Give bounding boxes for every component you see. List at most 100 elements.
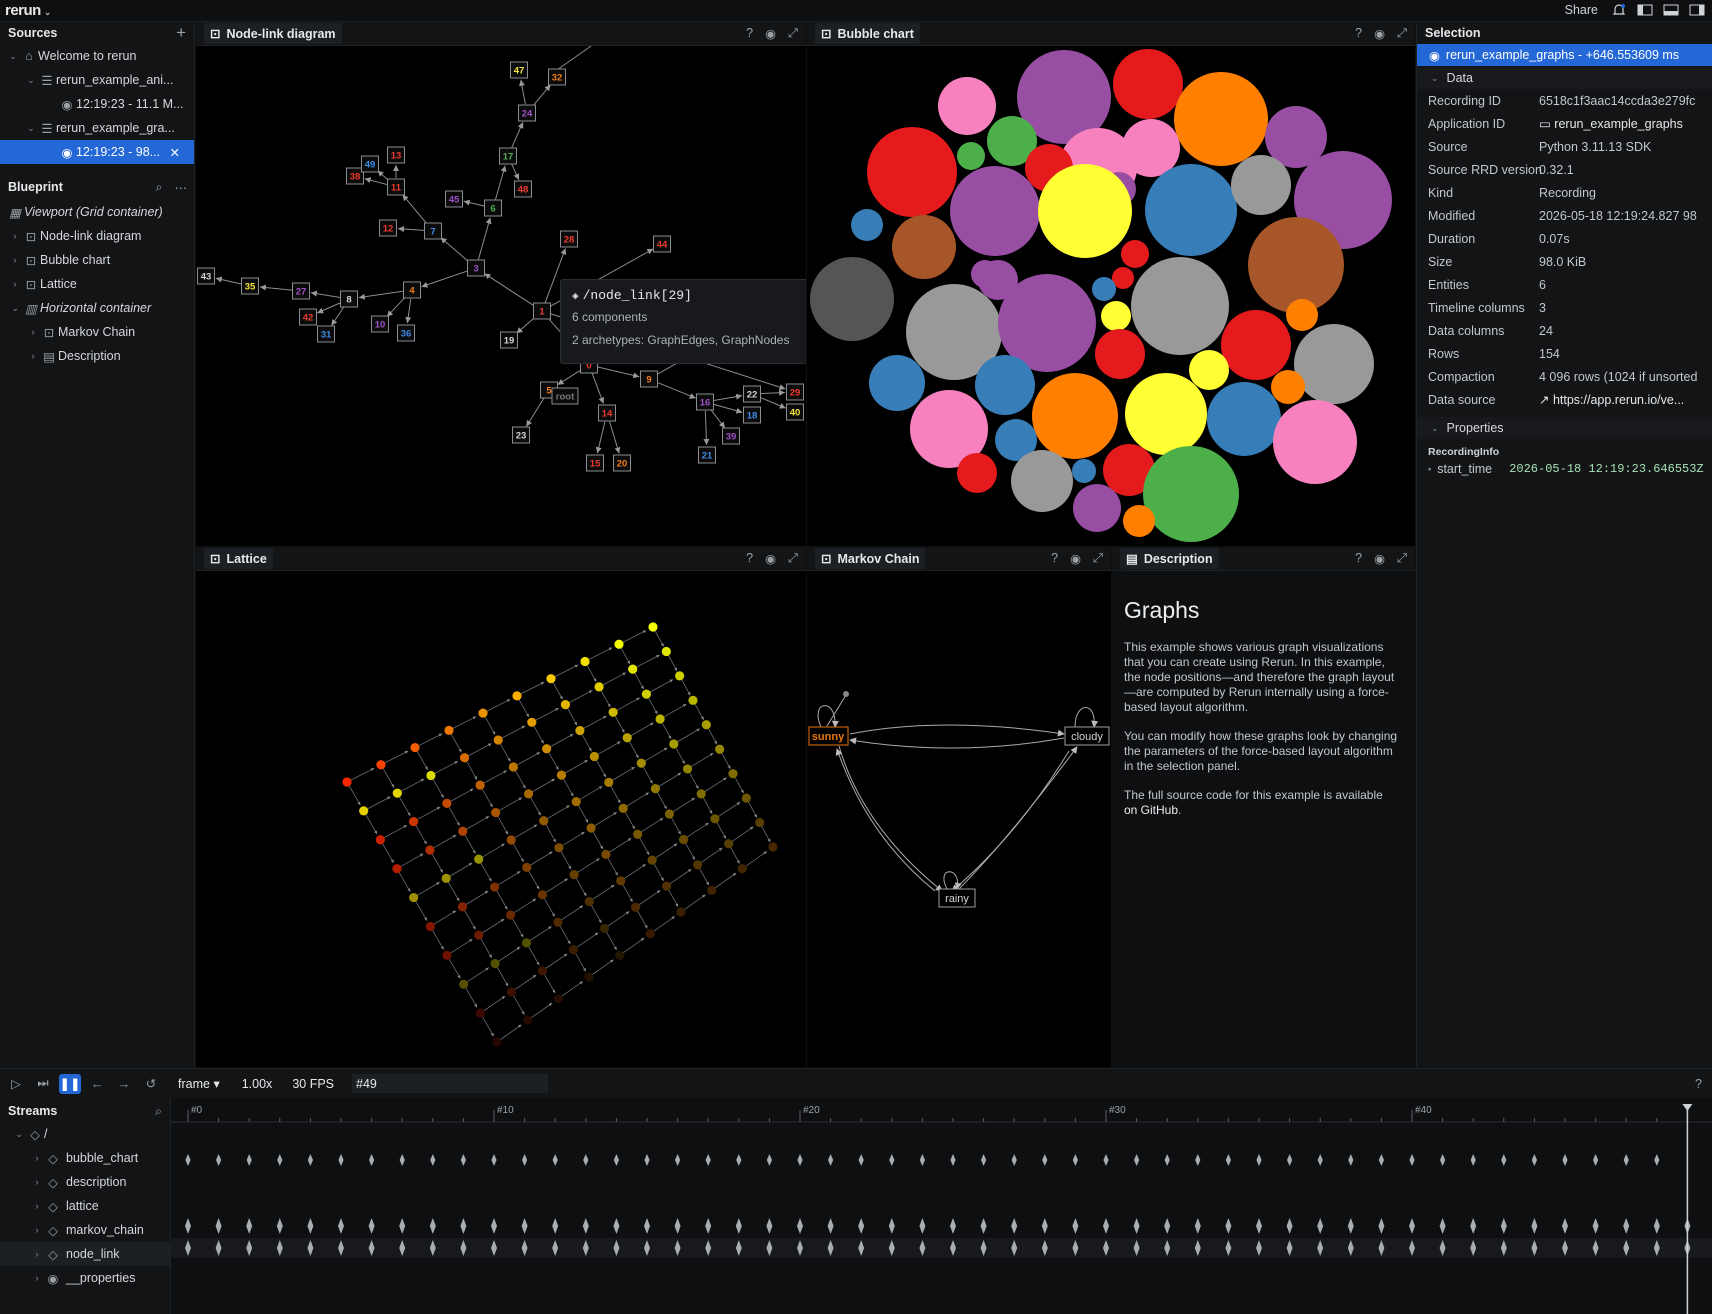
bubble[interactable] xyxy=(867,127,957,217)
lattice-node[interactable] xyxy=(506,987,516,997)
lattice-node[interactable] xyxy=(608,707,618,717)
graph-node[interactable]: 18 xyxy=(743,406,761,424)
timeline-event[interactable] xyxy=(552,1218,559,1234)
timeline-event[interactable] xyxy=(1623,1218,1630,1234)
help-icon[interactable]: ? xyxy=(1051,551,1058,566)
timeline-event[interactable] xyxy=(460,1218,467,1234)
lattice-node[interactable] xyxy=(728,769,738,779)
chevron-down-icon[interactable]: ⌄ xyxy=(12,1129,26,1140)
chevron-right-icon[interactable]: › xyxy=(8,279,22,289)
timeline-event[interactable] xyxy=(1256,1218,1262,1234)
graph-node[interactable]: 32 xyxy=(548,68,566,86)
graph-node[interactable]: 48 xyxy=(514,180,532,198)
step-forward-icon[interactable]: → xyxy=(113,1074,135,1094)
add-icon[interactable]: + xyxy=(176,23,186,43)
bubble-graph[interactable] xyxy=(807,46,1415,546)
chevron-down-icon[interactable]: ⌄ xyxy=(1431,73,1439,84)
timeline-graph[interactable]: #0 #10 #20 #30 #40 xyxy=(171,1098,1712,1314)
timeline-event[interactable] xyxy=(1593,1154,1599,1166)
timeline-event[interactable] xyxy=(766,1154,772,1166)
lattice-node[interactable] xyxy=(560,699,571,710)
timeline-event[interactable] xyxy=(827,1218,834,1234)
graph-node[interactable]: root xyxy=(551,387,579,405)
lattice-node[interactable] xyxy=(688,695,698,705)
properties-section-header[interactable]: ⌄ Properties xyxy=(1417,417,1712,439)
loop-icon[interactable]: ↺ xyxy=(140,1074,162,1094)
lattice-node[interactable] xyxy=(527,717,537,727)
lattice-node[interactable] xyxy=(584,972,594,982)
timeline-event[interactable] xyxy=(1164,1154,1170,1166)
graph-node[interactable]: 10 xyxy=(371,315,389,333)
timeline-event[interactable] xyxy=(1501,1154,1507,1166)
eye-icon[interactable]: ◉ xyxy=(765,26,776,41)
graph-node[interactable]: 14 xyxy=(598,404,616,422)
property-value[interactable]: ↗ https://app.rerun.io/ve... xyxy=(1539,392,1684,407)
timeline-event[interactable] xyxy=(521,1218,528,1234)
timeline-event[interactable] xyxy=(1440,1154,1446,1166)
lattice-node[interactable] xyxy=(444,725,454,735)
lattice-node[interactable] xyxy=(661,646,671,657)
graph-node[interactable]: 17 xyxy=(499,147,517,165)
timeline-event[interactable] xyxy=(735,1218,742,1234)
graph-node[interactable]: 31 xyxy=(317,325,335,343)
timeline-event[interactable] xyxy=(246,1218,253,1234)
bubble[interactable] xyxy=(1145,164,1237,256)
bubble-canvas[interactable] xyxy=(807,46,1415,546)
timeline-event[interactable] xyxy=(276,1218,283,1234)
source-recording-1[interactable]: ◉ 12:19:23 - 11.1 M... xyxy=(0,92,194,116)
timeline-event[interactable] xyxy=(277,1154,283,1166)
timeline-event[interactable] xyxy=(1225,1218,1232,1234)
timeline-event[interactable] xyxy=(674,1218,681,1234)
graph-node[interactable]: 42 xyxy=(299,308,317,326)
timeline-event[interactable] xyxy=(613,1154,619,1166)
lattice-node[interactable] xyxy=(392,788,402,798)
timeline-event[interactable] xyxy=(1347,1218,1354,1234)
timeline-event[interactable] xyxy=(613,1218,620,1234)
bubble[interactable] xyxy=(1113,49,1183,119)
timeline-event[interactable] xyxy=(1409,1218,1415,1234)
data-section-header[interactable]: ⌄ Data xyxy=(1417,67,1712,89)
lattice-node[interactable] xyxy=(425,921,435,932)
timeline-event[interactable] xyxy=(1500,1218,1507,1234)
lattice-node[interactable] xyxy=(715,744,725,754)
bubble[interactable] xyxy=(1189,350,1229,390)
eye-icon[interactable]: ◉ xyxy=(1374,551,1385,566)
time-cursor-handle[interactable] xyxy=(1682,1104,1693,1111)
lattice-node[interactable] xyxy=(599,923,610,934)
graph-node[interactable]: 7 xyxy=(424,222,442,240)
bubble-view[interactable]: ⊡ Bubble chart ? ◉ ⤢ xyxy=(807,22,1415,546)
timeline-selector[interactable]: frame ▾ xyxy=(178,1076,220,1091)
timeline-event[interactable] xyxy=(828,1154,834,1166)
graph-node[interactable]: 38 xyxy=(346,167,364,185)
lattice-node[interactable] xyxy=(553,917,563,927)
rerun-logo[interactable]: rerun ⌄ xyxy=(5,2,51,19)
timeline-event[interactable] xyxy=(1287,1154,1293,1166)
timeline-event[interactable] xyxy=(307,1154,313,1166)
stream-item[interactable]: › ◉ __properties xyxy=(0,1266,170,1290)
lattice-node[interactable] xyxy=(641,689,652,699)
timeline-event[interactable] xyxy=(950,1218,956,1234)
lattice-node[interactable] xyxy=(523,1015,533,1025)
lattice-node[interactable] xyxy=(537,966,548,976)
lattice-node[interactable] xyxy=(442,950,452,960)
stream-item[interactable]: › ◇ node_link xyxy=(0,1242,170,1266)
node-link-view[interactable]: ⊡Node-link diagram ?◉⤢ 01234567891011121… xyxy=(196,22,806,546)
timeline-event[interactable] xyxy=(981,1154,987,1166)
markov-view[interactable]: ⊡ Markov Chain ? ◉ ⤢ sunny cloudy rainy xyxy=(807,547,1111,1067)
lattice-node[interactable] xyxy=(508,762,518,772)
source-welcome[interactable]: ⌄ ⌂ Welcome to rerun xyxy=(0,44,194,68)
timeline-event[interactable] xyxy=(368,1218,375,1234)
help-icon[interactable]: ? xyxy=(1695,1077,1702,1091)
lattice-node[interactable] xyxy=(546,674,556,684)
graph-node[interactable]: 11 xyxy=(387,178,405,196)
lattice-node[interactable] xyxy=(542,744,552,754)
timeline-event[interactable] xyxy=(1562,1218,1568,1234)
timeline-event[interactable] xyxy=(399,1218,406,1234)
lattice-node[interactable] xyxy=(474,930,484,940)
eye-icon[interactable]: ◉ xyxy=(1070,551,1081,566)
timeline-event[interactable] xyxy=(1653,1218,1660,1234)
chevron-down-icon[interactable]: ⌄ xyxy=(6,51,20,62)
timeline-event[interactable] xyxy=(185,1154,191,1166)
timeline-event[interactable] xyxy=(1470,1154,1476,1166)
timeline-event[interactable] xyxy=(705,1218,712,1234)
